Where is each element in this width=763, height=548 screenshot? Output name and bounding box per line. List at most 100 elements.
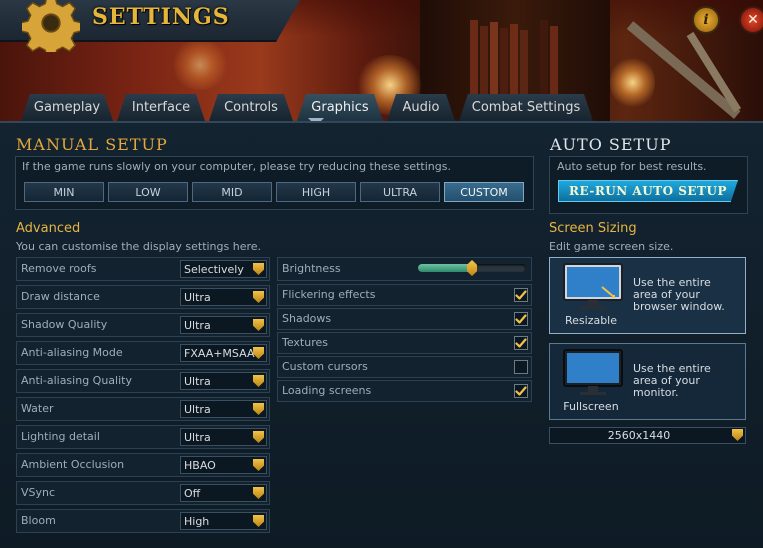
remove-roofs-dropdown[interactable]: Selectively	[180, 260, 267, 278]
manual-setup-hint: If the game runs slowly on your computer…	[22, 160, 451, 173]
dropdown-value: Ultra	[184, 375, 211, 388]
info-button[interactable]: i	[692, 6, 720, 34]
setting-row-shadow-quality: Shadow Quality Ultra	[16, 313, 270, 337]
manual-setup-title: MANUAL SETUP	[16, 135, 168, 154]
dropdown-value: Ultra	[184, 431, 211, 444]
lighting-detail-dropdown[interactable]: Ultra	[180, 428, 267, 446]
setting-row-shadows: Shadows	[277, 308, 532, 330]
dropdown-value: Selectively	[184, 263, 244, 276]
tab-controls[interactable]: Controls	[209, 94, 293, 121]
preset-custom-button[interactable]: CUSTOM	[444, 182, 524, 202]
close-icon: ✕	[747, 12, 759, 28]
setting-label: Anti-aliasing Mode	[21, 346, 123, 359]
custom-cursors-checkbox[interactable]	[514, 360, 528, 374]
setting-label: VSync	[21, 486, 56, 499]
setting-row-anti-aliasing-mode: Anti-aliasing Mode FXAA+MSAA	[16, 341, 270, 365]
resizable-option[interactable]: Resizable Use the entire area of your br…	[549, 257, 746, 334]
resolution-value: 2560x1440	[607, 429, 671, 442]
setting-label: Shadows	[282, 312, 332, 325]
setting-label: Lighting detail	[21, 430, 100, 443]
setting-label: Textures	[282, 336, 328, 349]
dropdown-value: Ultra	[184, 403, 211, 416]
preset-ultra-button[interactable]: ULTRA	[360, 182, 440, 202]
chevron-down-icon	[253, 263, 264, 275]
setting-label: Bloom	[21, 514, 56, 527]
draw-distance-dropdown[interactable]: Ultra	[180, 288, 267, 306]
setting-row-custom-cursors: Custom cursors	[277, 356, 532, 378]
monitor-icon	[563, 263, 623, 309]
fullscreen-option[interactable]: Fullscreen Use the entire area of your m…	[549, 343, 746, 420]
brightness-slider-fill	[418, 264, 472, 272]
chevron-down-icon	[253, 515, 264, 527]
auto-setup-description: Auto setup for best results.	[557, 160, 707, 173]
dropdown-value: HBAO	[184, 459, 216, 472]
chevron-down-icon	[732, 429, 743, 441]
info-icon: i	[703, 12, 709, 28]
window-title: SETTINGS	[92, 4, 230, 30]
settings-window: SETTINGS i ✕ Gameplay Interface Controls…	[0, 0, 763, 548]
setting-row-remove-roofs: Remove roofs Selectively	[16, 257, 270, 281]
gear-icon	[22, 0, 80, 52]
tab-audio[interactable]: Audio	[387, 94, 455, 121]
auto-setup-title: AUTO SETUP	[550, 135, 672, 154]
flickering-effects-checkbox[interactable]	[514, 288, 528, 302]
checkmark-icon	[515, 314, 527, 324]
preset-high-button[interactable]: HIGH	[276, 182, 356, 202]
ambient-occlusion-dropdown[interactable]: HBAO	[180, 456, 267, 474]
chevron-down-icon	[253, 319, 264, 331]
chevron-down-icon	[253, 431, 264, 443]
rerun-auto-setup-button[interactable]: RE-RUN AUTO SETUP	[558, 180, 738, 202]
tab-graphics[interactable]: Graphics	[297, 94, 383, 121]
bloom-dropdown[interactable]: High	[180, 512, 267, 530]
setting-label: Draw distance	[21, 290, 100, 303]
shadow-quality-dropdown[interactable]: Ultra	[180, 316, 267, 334]
chevron-down-icon	[253, 291, 264, 303]
chevron-down-icon	[253, 487, 264, 499]
checkmark-icon	[515, 338, 527, 348]
water-dropdown[interactable]: Ultra	[180, 400, 267, 418]
dropdown-value: Off	[184, 487, 201, 500]
preset-min-button[interactable]: MIN	[24, 182, 104, 202]
shadows-checkbox[interactable]	[514, 312, 528, 326]
setting-row-flickering-effects: Flickering effects	[277, 284, 532, 306]
resizable-description: Use the entire area of your browser wind…	[633, 276, 725, 313]
loading-screens-checkbox[interactable]	[514, 384, 528, 398]
preset-low-button[interactable]: LOW	[108, 182, 188, 202]
setting-row-lighting-detail: Lighting detail Ultra	[16, 425, 270, 449]
textures-checkbox[interactable]	[514, 336, 528, 350]
resolution-dropdown[interactable]: 2560x1440	[549, 427, 746, 444]
anti-aliasing-quality-dropdown[interactable]: Ultra	[180, 372, 267, 390]
monitor-icon	[563, 349, 623, 395]
setting-row-anti-aliasing-quality: Anti-aliasing Quality Ultra	[16, 369, 270, 393]
resizable-label: Resizable	[564, 314, 618, 327]
checkmark-icon	[515, 386, 527, 396]
dropdown-value: Ultra	[184, 319, 211, 332]
close-button[interactable]: ✕	[739, 6, 763, 34]
brightness-row: Brightness	[277, 257, 532, 281]
setting-row-ambient-occlusion: Ambient Occlusion HBAO	[16, 453, 270, 477]
dropdown-value: FXAA+MSAA	[184, 347, 255, 360]
screen-sizing-heading: Screen Sizing	[549, 221, 637, 236]
tab-combat-settings[interactable]: Combat Settings	[459, 94, 593, 121]
brightness-label: Brightness	[282, 262, 341, 275]
tab-interface[interactable]: Interface	[117, 94, 205, 121]
setting-row-loading-screens: Loading screens	[277, 380, 532, 402]
brightness-slider-thumb[interactable]	[467, 260, 477, 276]
chevron-down-icon	[253, 375, 264, 387]
anti-aliasing-mode-dropdown[interactable]: FXAA+MSAA	[180, 344, 267, 362]
preset-mid-button[interactable]: MID	[192, 182, 272, 202]
setting-row-bloom: Bloom High	[16, 509, 270, 533]
setting-label: Loading screens	[282, 384, 372, 397]
fullscreen-label: Fullscreen	[563, 400, 619, 413]
checkmark-icon	[515, 290, 527, 300]
dropdown-value: Ultra	[184, 291, 211, 304]
setting-row-vsync: VSync Off	[16, 481, 270, 505]
tab-gameplay[interactable]: Gameplay	[21, 94, 113, 121]
advanced-description: You can customise the display settings h…	[16, 240, 262, 253]
setting-label: Anti-aliasing Quality	[21, 374, 132, 387]
setting-label: Water	[21, 402, 54, 415]
dropdown-value: High	[184, 515, 210, 528]
screen-sizing-description: Edit game screen size.	[549, 240, 674, 253]
vsync-dropdown[interactable]: Off	[180, 484, 267, 502]
setting-label: Remove roofs	[21, 262, 97, 275]
